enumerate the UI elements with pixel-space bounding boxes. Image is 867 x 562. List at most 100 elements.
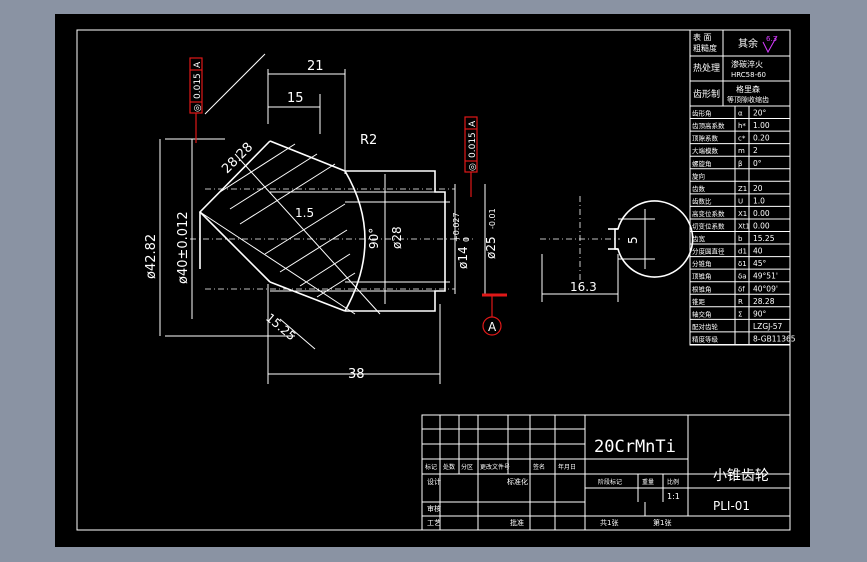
dim-14: ø14 [456,246,470,269]
design-label: 设计 [427,477,441,486]
row-label-4: 签名 [533,463,545,471]
dim-163: 16.3 [570,280,597,294]
param-name: 分锥角 [692,259,712,268]
param-name: 配对齿轮 [692,322,719,331]
param-symbol: δ1 [738,260,747,268]
heat-label: 热处理 [693,62,720,74]
param-symbol: m [738,147,745,155]
param-name: 齿形角 [692,109,712,118]
param-symbol: Z1 [738,185,747,193]
part-name: 小锥齿轮 [713,468,769,484]
heat-value-2: HRC58-60 [731,71,766,79]
param-value: 0° [753,159,762,168]
gdt1-symbol: ◎ [193,104,203,112]
param-symbol: δf [738,285,745,293]
dim-15b: 1.5 [295,206,314,220]
gdt2-datum: A [468,120,478,127]
param-name: 轴交角 [692,309,712,318]
param-value: 40 [753,247,763,256]
param-value: 45° [753,259,767,268]
row-label-2: 分区 [461,463,473,471]
review-label: 审核 [427,504,441,513]
dim-5: 5 [626,236,640,244]
param-value: 0.00 [753,222,770,231]
param-value: 28.28 [753,297,775,306]
row-label-3: 更改文件号 [480,463,510,471]
param-symbol: h* [738,122,746,130]
dim-25-tol: -0.01 [488,208,497,229]
row-label-1: 处数 [443,463,455,471]
param-value: 20° [753,109,767,118]
param-value: LZGJ-57 [753,322,783,331]
param-name: 顶隙系数 [692,134,719,143]
drawing-no: PLI-01 [713,499,750,513]
param-name: 根锥角 [692,284,712,293]
dim-15: 15 [287,91,304,106]
gdt1-value: 0.015 [193,73,203,99]
gdt1-datum: A [193,61,203,68]
gdt2-value: 0.015 [468,132,478,158]
param-name: 齿数 [692,184,706,193]
sheets-total: 共1张 [600,518,618,527]
param-name: 锥距 [692,297,706,306]
scale-label: 比例 [667,478,679,486]
param-symbol: R [738,298,743,306]
approve-label: 批准 [510,518,524,527]
datum-marker: A [482,293,507,336]
param-value: 20 [753,184,763,193]
param-symbol: α [738,110,743,118]
gdt-frame-2: ◎ 0.015 A [464,116,478,197]
dim-14-tol-up: +0.027 [452,212,461,242]
param-name: 精度等级 [692,334,719,343]
param-value: 1.00 [753,121,770,130]
title-block: 20CrMnTi 小锥齿轮 PLI-01 标记 处数 分区 更改文件号 签名 年… [421,414,791,531]
param-name: 分度圆直径 [692,247,725,256]
drawing-sheet: 21 15 R2 28.28 1.5 ø42.82 ø40±0.012 90° … [55,14,810,547]
roughness-label-2: 粗糙度 [693,43,717,53]
param-value: 15.25 [753,234,775,243]
param-name: 旋向 [692,171,705,180]
param-value: 0.00 [753,209,770,218]
dim-4282: ø42.82 [144,234,159,279]
gdt-frame-1: ◎ 0.015 A [189,57,203,143]
param-value: 0.20 [753,134,770,143]
cone-top-edge [269,140,346,172]
row-label-0: 标记 [425,463,437,471]
param-symbol: c* [738,135,746,143]
param-name: 齿数比 [692,196,712,205]
param-name: 齿宽 [692,234,706,243]
heat-value-1: 渗碳淬火 [731,59,763,69]
dim-38: 38 [348,367,365,382]
param-value: 8-GB11365 [753,334,796,343]
param-name: 齿顶高系数 [692,121,725,130]
row-label-5: 年月日 [558,463,576,471]
param-name: 顶锥角 [692,272,712,281]
param-symbol: d1 [738,248,747,256]
stage-label: 阶段标记 [598,478,622,486]
param-symbol: U [738,197,743,205]
process-label: 工艺 [427,519,441,527]
dim-21: 21 [307,59,324,74]
param-name: 高变位系数 [692,209,725,218]
sheet-no: 第1张 [653,518,671,527]
material: 20CrMnTi [594,437,676,457]
weight-label: 重量 [642,478,654,486]
gearform-value-2: 等顶隙收缩齿 [727,95,769,104]
param-value: 1.0 [753,196,765,205]
dim-14-tol-low: 0 [462,237,471,242]
param-symbol: Xt1 [738,223,750,231]
roughness-rest: 其余 [738,37,758,50]
parameter-table: 表 面 粗糙度 其余 6.3 热处理 渗碳淬火 HRC58-60 齿形制 格里森… [689,29,796,346]
dim-r2: R2 [360,133,377,148]
param-name: 大端模数 [692,146,719,155]
param-value: 2 [753,146,758,155]
dim-90: 90° [367,228,381,249]
dim-25: ø25 [484,236,498,259]
param-value: 49°51' [753,272,778,281]
datum-label: A [488,320,497,334]
param-symbol: δa [738,273,747,281]
dim-40: ø40±0.012 [176,211,191,284]
gdt2-symbol: ◎ [468,163,478,171]
param-symbol: b [738,235,743,243]
param-symbol: Σ [738,310,742,318]
